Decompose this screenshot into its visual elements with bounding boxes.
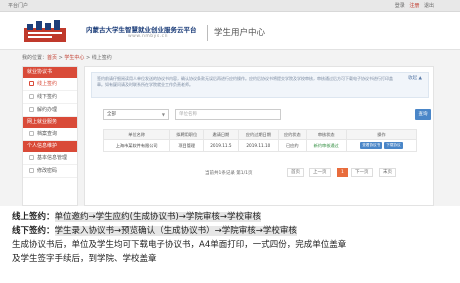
- pagination: 当前共1条记录 第1/1页 首页 上一页 1 下一页 末页: [205, 168, 425, 178]
- breadcrumb: 我的位置：首页 > 学生中心 > 线上签约: [22, 55, 112, 61]
- col-audit: 审核状态: [305, 129, 347, 140]
- register-link[interactable]: 注册: [409, 3, 419, 9]
- cell-expire-date: 2019.11.10: [237, 139, 280, 152]
- site-header: 内蒙古大学生智慧就业创业服务云平台 www.nmbys.cn 学生用户中心: [0, 12, 460, 50]
- offline-sign-label: 线下签约：: [12, 226, 55, 236]
- col-expire-date: 应约过期日期: [237, 129, 280, 140]
- top-links: 登录 注册 退出: [392, 0, 434, 12]
- sidebar-item-online-sign[interactable]: 线上签约: [23, 78, 77, 91]
- last-page-button[interactable]: 末页: [379, 168, 396, 177]
- screenshot-panel: 平台门户 登录 注册 退出 内蒙古大学生智慧就业创业服务云平台 www.nmby…: [0, 0, 460, 206]
- top-bar: 平台门户 登录 注册 退出: [0, 0, 460, 12]
- first-page-button[interactable]: 首页: [287, 168, 304, 177]
- login-link[interactable]: 登录: [395, 3, 405, 9]
- description-text: 线上签约：单位邀约→学生应约(生成协议书)→学院审核→学校审核 线下签约：学生录…: [12, 210, 452, 266]
- col-position: 拟聘用职位: [169, 129, 205, 140]
- download-agreement-button[interactable]: 下载协议: [384, 142, 403, 149]
- col-status: 应约状态: [278, 129, 307, 140]
- doc-icon: [29, 94, 34, 99]
- online-sign-line: 线上签约：单位邀约→学生应约(生成协议书)→学院审核→学校审核: [12, 210, 452, 224]
- col-unit: 单位名称: [102, 129, 171, 140]
- sidebar-group-service: 网上就业服务: [23, 117, 77, 128]
- sidebar: 就业协议书 线上签约 线下签约 解约办理 网上就业服务 档案查询 个人信息维护 …: [22, 66, 78, 206]
- col-ops: 操作: [345, 129, 418, 140]
- desc-paragraph-1: 生成协议书后，单位及学生均可下载电子协议书，A4单面打印，一式四份，完成单位盖章: [12, 240, 347, 250]
- type-select[interactable]: 全部 ▼: [103, 109, 169, 120]
- cell-status: 已应约: [278, 139, 307, 152]
- portal-link[interactable]: 平台门户: [8, 0, 28, 12]
- offline-sign-line: 线下签约：学生录入协议书→预览确认（生成协议书）→学院审核→学校审核: [12, 224, 452, 238]
- desc-paragraph-2: 及学生签字手续后，到学院、学校盖章: [12, 254, 157, 264]
- site-url: www.nmbys.cn: [128, 34, 168, 39]
- table-header-row: 单位名称 拟聘用职位 邀请日期 应约过期日期 应约状态 审核状态 操作: [102, 129, 418, 140]
- breadcrumb-section[interactable]: 学生中心: [64, 55, 84, 61]
- sidebar-item-password[interactable]: 修改密码: [23, 165, 77, 178]
- sidebar-item-label: 档案查询: [37, 131, 58, 137]
- query-button[interactable]: 查询: [415, 109, 431, 120]
- sidebar-item-label: 线下签约: [37, 94, 58, 100]
- notice-text: 签约前请仔细阅读用人单位发送的协议书内容，确认协议条款无误后再进行应约操作。应约…: [97, 76, 393, 87]
- sidebar-group-profile: 个人信息维护: [23, 141, 77, 152]
- logo-icon: [24, 20, 66, 42]
- sidebar-item-basic-info[interactable]: 基本信息管理: [23, 152, 77, 165]
- agreement-table: 单位名称 拟聘用职位 邀请日期 应约过期日期 应约状态 审核状态 操作 上海市某…: [102, 129, 418, 152]
- lock-icon: [29, 168, 34, 173]
- cell-ops: 查看协议书 下载协议: [345, 139, 418, 152]
- sidebar-item-label: 修改密码: [37, 168, 58, 174]
- sidebar-group-agreement: 就业协议书: [23, 67, 77, 78]
- sidebar-item-label: 基本信息管理: [37, 155, 68, 161]
- sidebar-item-label: 线上签约: [37, 81, 58, 87]
- col-invite-date: 邀请日期: [203, 129, 239, 140]
- page-title: 学生用户中心: [214, 28, 266, 38]
- view-agreement-button[interactable]: 查看协议书: [360, 142, 383, 149]
- offline-sign-flow: 学生录入协议书→预览确认（生成协议书）→学院审核→学校审核: [54, 226, 297, 236]
- site-title: 内蒙古大学生智慧就业创业服务云平台: [86, 26, 197, 34]
- header-divider: [207, 25, 208, 41]
- breadcrumb-home[interactable]: 首页: [47, 55, 57, 61]
- breadcrumb-prefix: 我的位置：: [22, 55, 48, 61]
- cell-invite-date: 2019.11.5: [203, 139, 239, 152]
- doc-icon: [29, 107, 34, 112]
- type-select-value: 全部: [107, 112, 116, 117]
- chevron-down-icon: ▼: [161, 112, 165, 117]
- cell-position: 项目管理: [169, 139, 205, 152]
- unit-name-input[interactable]: 单位名称: [175, 109, 281, 120]
- online-sign-flow: 单位邀约→学生应约(生成协议书)→学院审核→学校审核: [54, 212, 262, 222]
- cell-unit: 上海市某软件有限公司: [102, 139, 171, 152]
- sidebar-item-terminate[interactable]: 解约办理: [23, 104, 77, 117]
- breadcrumb-current: 线上签约: [91, 55, 112, 61]
- page-1-button[interactable]: 1: [337, 168, 348, 177]
- main-content: 签约前请仔细阅读用人单位发送的协议书内容，确认协议条款无误后再进行应约操作。应约…: [84, 66, 434, 206]
- doc-icon: [29, 81, 34, 86]
- prev-page-button[interactable]: 上一页: [309, 168, 331, 177]
- audit-status: 新约审核通过: [313, 142, 339, 148]
- table-row: 上海市某软件有限公司 项目管理 2019.11.5 2019.11.10 已应约…: [102, 139, 418, 152]
- cell-audit: 新约审核通过: [305, 139, 347, 152]
- online-sign-label: 线上签约：: [12, 212, 55, 222]
- filter-bar: 全部 ▼ 单位名称 查询: [93, 109, 433, 121]
- next-page-button[interactable]: 下一页: [351, 168, 373, 177]
- sidebar-item-offline-sign[interactable]: 线下签约: [23, 91, 77, 104]
- collapse-button[interactable]: 收起 ▲: [408, 76, 422, 82]
- logout-link[interactable]: 退出: [424, 3, 434, 9]
- notice-box: 签约前请仔细阅读用人单位发送的协议书内容，确认协议条款无误后再进行应约操作。应约…: [91, 72, 429, 98]
- search-icon: [29, 131, 34, 136]
- user-icon: [29, 155, 34, 160]
- pager-info: 当前共1条记录 第1/1页: [205, 171, 253, 176]
- sidebar-item-label: 解约办理: [37, 107, 58, 113]
- sidebar-item-archive[interactable]: 档案查询: [23, 128, 77, 141]
